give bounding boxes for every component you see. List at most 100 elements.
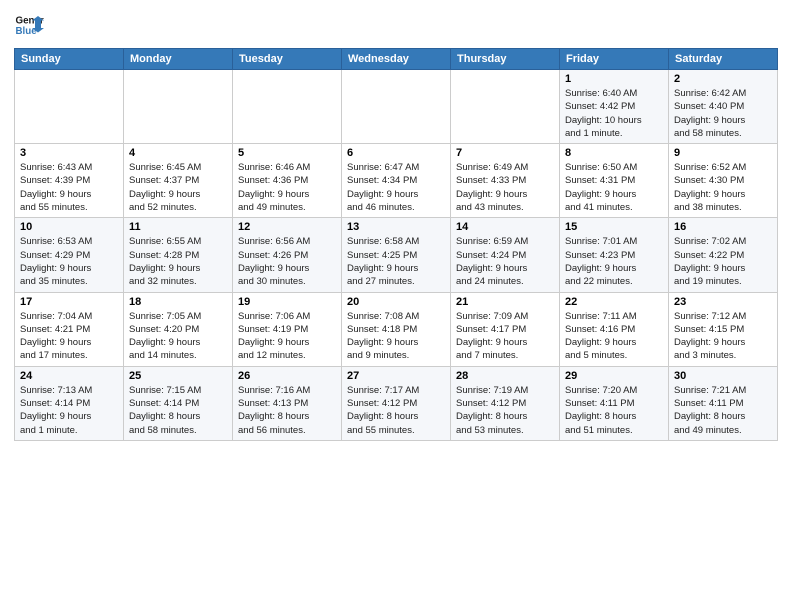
day-info: Sunrise: 6:46 AMSunset: 4:36 PMDaylight:… [238, 161, 336, 214]
calendar-cell: 4 Sunrise: 6:45 AMSunset: 4:37 PMDaylight… [124, 144, 233, 218]
day-number: 24 [20, 370, 118, 382]
day-info: Sunrise: 6:45 AMSunset: 4:37 PMDaylight:… [129, 161, 227, 214]
day-info: Sunrise: 7:08 AMSunset: 4:18 PMDaylight:… [347, 310, 445, 363]
calendar-cell: 25 Sunrise: 7:15 AMSunset: 4:14 PMDayligh… [124, 366, 233, 440]
day-info: Sunrise: 7:15 AMSunset: 4:14 PMDaylight:… [129, 384, 227, 437]
calendar-cell: 24 Sunrise: 7:13 AMSunset: 4:14 PMDayligh… [15, 366, 124, 440]
calendar-cell [233, 70, 342, 144]
calendar-cell: 1 Sunrise: 6:40 AMSunset: 4:42 PMDaylight… [560, 70, 669, 144]
logo-icon: General Blue [14, 10, 44, 40]
day-number: 18 [129, 296, 227, 308]
calendar-table: SundayMondayTuesdayWednesdayThursdayFrid… [14, 48, 778, 441]
calendar-cell: 30 Sunrise: 7:21 AMSunset: 4:11 PMDayligh… [669, 366, 778, 440]
day-info: Sunrise: 6:53 AMSunset: 4:29 PMDaylight:… [20, 235, 118, 288]
day-info: Sunrise: 7:02 AMSunset: 4:22 PMDaylight:… [674, 235, 772, 288]
calendar-cell: 29 Sunrise: 7:20 AMSunset: 4:11 PMDayligh… [560, 366, 669, 440]
calendar-cell: 17Sunrise: 7:04 AMSunset: 4:21 PMDayligh… [15, 292, 124, 366]
day-info: Sunrise: 7:20 AMSunset: 4:11 PMDaylight:… [565, 384, 663, 437]
day-number: 29 [565, 370, 663, 382]
day-number: 8 [565, 147, 663, 159]
day-info: Sunrise: 6:59 AMSunset: 4:24 PMDaylight:… [456, 235, 554, 288]
day-info: Sunrise: 6:40 AMSunset: 4:42 PMDaylight:… [565, 87, 663, 140]
calendar-cell: 20 Sunrise: 7:08 AMSunset: 4:18 PMDayligh… [342, 292, 451, 366]
day-info: Sunrise: 7:16 AMSunset: 4:13 PMDaylight:… [238, 384, 336, 437]
calendar-cell: 21 Sunrise: 7:09 AMSunset: 4:17 PMDayligh… [451, 292, 560, 366]
page-header: General Blue [14, 10, 778, 40]
calendar-cell: 2 Sunrise: 6:42 AMSunset: 4:40 PMDaylight… [669, 70, 778, 144]
calendar-cell: 9 Sunrise: 6:52 AMSunset: 4:30 PMDaylight… [669, 144, 778, 218]
day-number: 15 [565, 221, 663, 233]
calendar-cell: 8 Sunrise: 6:50 AMSunset: 4:31 PMDaylight… [560, 144, 669, 218]
calendar-cell: 19 Sunrise: 7:06 AMSunset: 4:19 PMDayligh… [233, 292, 342, 366]
day-number: 23 [674, 296, 772, 308]
calendar-cell [15, 70, 124, 144]
calendar-cell: 27 Sunrise: 7:17 AMSunset: 4:12 PMDayligh… [342, 366, 451, 440]
day-info: Sunrise: 7:19 AMSunset: 4:12 PMDaylight:… [456, 384, 554, 437]
calendar-cell: 15 Sunrise: 7:01 AMSunset: 4:23 PMDayligh… [560, 218, 669, 292]
calendar-header-row: SundayMondayTuesdayWednesdayThursdayFrid… [15, 49, 778, 70]
calendar-cell: 11Sunrise: 6:55 AMSunset: 4:28 PMDayligh… [124, 218, 233, 292]
day-number: 2 [674, 73, 772, 85]
day-info: Sunrise: 7:12 AMSunset: 4:15 PMDaylight:… [674, 310, 772, 363]
day-info: Sunrise: 7:11 AMSunset: 4:16 PMDaylight:… [565, 310, 663, 363]
day-number: 28 [456, 370, 554, 382]
calendar-cell [451, 70, 560, 144]
day-number: 12 [238, 221, 336, 233]
logo: General Blue [14, 10, 44, 40]
calendar-cell: 26 Sunrise: 7:16 AMSunset: 4:13 PMDayligh… [233, 366, 342, 440]
day-number: 4 [129, 147, 227, 159]
day-number: 7 [456, 147, 554, 159]
day-info: Sunrise: 7:09 AMSunset: 4:17 PMDaylight:… [456, 310, 554, 363]
day-number: 10 [20, 221, 118, 233]
day-info: Sunrise: 7:21 AMSunset: 4:11 PMDaylight:… [674, 384, 772, 437]
weekday-header-tuesday: Tuesday [233, 49, 342, 70]
weekday-header-monday: Monday [124, 49, 233, 70]
calendar-week-4: 17Sunrise: 7:04 AMSunset: 4:21 PMDayligh… [15, 292, 778, 366]
calendar-cell: 18 Sunrise: 7:05 AMSunset: 4:20 PMDayligh… [124, 292, 233, 366]
day-number: 14 [456, 221, 554, 233]
day-number: 27 [347, 370, 445, 382]
calendar-cell: 5 Sunrise: 6:46 AMSunset: 4:36 PMDaylight… [233, 144, 342, 218]
calendar-cell [124, 70, 233, 144]
day-info: Sunrise: 6:43 AMSunset: 4:39 PMDaylight:… [20, 161, 118, 214]
calendar-cell [342, 70, 451, 144]
svg-text:Blue: Blue [16, 26, 38, 37]
calendar-cell: 6Sunrise: 6:47 AMSunset: 4:34 PMDaylight… [342, 144, 451, 218]
day-number: 6 [347, 147, 445, 159]
day-info: Sunrise: 6:50 AMSunset: 4:31 PMDaylight:… [565, 161, 663, 214]
calendar-cell: 13 Sunrise: 6:58 AMSunset: 4:25 PMDayligh… [342, 218, 451, 292]
day-info: Sunrise: 7:06 AMSunset: 4:19 PMDaylight:… [238, 310, 336, 363]
day-number: 21 [456, 296, 554, 308]
calendar-cell: 23 Sunrise: 7:12 AMSunset: 4:15 PMDayligh… [669, 292, 778, 366]
day-number: 22 [565, 296, 663, 308]
calendar-week-5: 24 Sunrise: 7:13 AMSunset: 4:14 PMDayligh… [15, 366, 778, 440]
weekday-header-friday: Friday [560, 49, 669, 70]
calendar-week-2: 3Sunrise: 6:43 AMSunset: 4:39 PMDaylight… [15, 144, 778, 218]
day-number: 19 [238, 296, 336, 308]
calendar-cell: 22 Sunrise: 7:11 AMSunset: 4:16 PMDayligh… [560, 292, 669, 366]
day-number: 20 [347, 296, 445, 308]
day-info: Sunrise: 6:42 AMSunset: 4:40 PMDaylight:… [674, 87, 772, 140]
day-info: Sunrise: 7:04 AMSunset: 4:21 PMDaylight:… [20, 310, 118, 363]
day-number: 1 [565, 73, 663, 85]
day-number: 9 [674, 147, 772, 159]
day-number: 16 [674, 221, 772, 233]
day-number: 11 [129, 221, 227, 233]
day-info: Sunrise: 7:05 AMSunset: 4:20 PMDaylight:… [129, 310, 227, 363]
day-info: Sunrise: 7:01 AMSunset: 4:23 PMDaylight:… [565, 235, 663, 288]
calendar-cell: 10 Sunrise: 6:53 AMSunset: 4:29 PMDayligh… [15, 218, 124, 292]
weekday-header-saturday: Saturday [669, 49, 778, 70]
day-number: 13 [347, 221, 445, 233]
day-number: 25 [129, 370, 227, 382]
day-number: 30 [674, 370, 772, 382]
day-info: Sunrise: 7:13 AMSunset: 4:14 PMDaylight:… [20, 384, 118, 437]
calendar-cell: 12Sunrise: 6:56 AMSunset: 4:26 PMDayligh… [233, 218, 342, 292]
day-info: Sunrise: 6:58 AMSunset: 4:25 PMDaylight:… [347, 235, 445, 288]
day-info: Sunrise: 6:52 AMSunset: 4:30 PMDaylight:… [674, 161, 772, 214]
day-info: Sunrise: 7:17 AMSunset: 4:12 PMDaylight:… [347, 384, 445, 437]
day-number: 26 [238, 370, 336, 382]
calendar-cell: 14 Sunrise: 6:59 AMSunset: 4:24 PMDayligh… [451, 218, 560, 292]
calendar-cell: 28 Sunrise: 7:19 AMSunset: 4:12 PMDayligh… [451, 366, 560, 440]
day-number: 5 [238, 147, 336, 159]
calendar-cell: 7Sunrise: 6:49 AMSunset: 4:33 PMDaylight… [451, 144, 560, 218]
